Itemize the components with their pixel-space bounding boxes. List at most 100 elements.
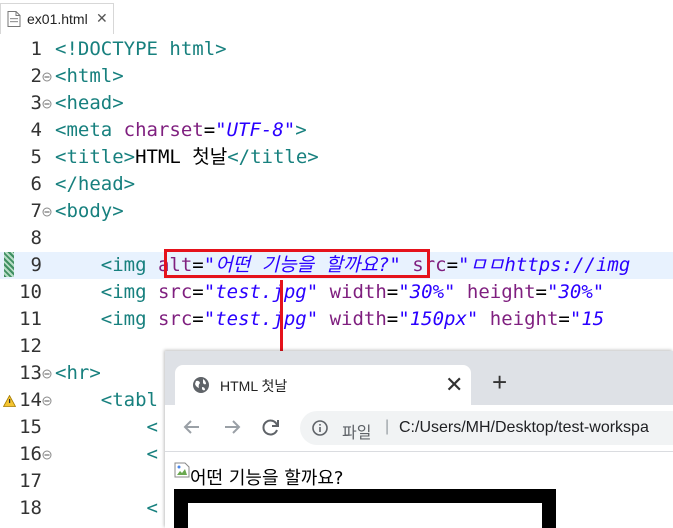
browser-tab-title: HTML 첫날 <box>220 378 288 394</box>
editor-tab-bar: ex01.html ✕ <box>0 0 673 35</box>
code-line[interactable]: 6 </head> <box>0 171 673 198</box>
code-token: <head> <box>55 92 124 114</box>
code-token: charset <box>123 119 204 141</box>
reload-icon[interactable] <box>260 416 282 438</box>
code-text: </head> <box>55 171 135 198</box>
line-number: 9 <box>30 254 42 276</box>
code-token: = <box>558 308 570 330</box>
code-token: width <box>329 308 387 330</box>
code-token: "15 <box>569 308 605 330</box>
code-token: < <box>146 416 158 438</box>
code-token: <meta <box>55 119 124 141</box>
new-tab-button[interactable]: + <box>492 367 507 398</box>
fold-toggle-icon[interactable] <box>42 369 52 379</box>
line-number: 6 <box>30 173 42 195</box>
code-line[interactable]: 3 <head> <box>0 90 673 117</box>
code-token: HTML 첫날 <box>135 146 228 168</box>
code-token: "30%" <box>398 281 456 303</box>
code-token: = <box>386 281 399 303</box>
line-number: 12 <box>19 335 42 357</box>
browser-tab[interactable]: HTML 첫날 ✕ <box>175 365 471 405</box>
code-token: = <box>203 119 216 141</box>
line-number: 3 <box>30 92 42 114</box>
code-line[interactable]: 2 <html> <box>0 63 673 90</box>
line-number: 14 <box>19 389 42 411</box>
code-line[interactable]: 10 <img src="test.jpg" width="30%" heigh… <box>0 279 673 306</box>
code-line[interactable]: 5 <title>HTML 첫날</title> <box>0 144 673 171</box>
code-text: < <box>55 414 158 441</box>
browser-toolbar: 파일 | C:/Users/MH/Desktop/test-workspa <box>165 405 673 452</box>
code-token: src <box>157 281 193 303</box>
alt-attribute-highlight <box>164 249 430 278</box>
code-token: "test.jpg" <box>203 308 319 330</box>
code-token: = <box>446 254 459 276</box>
code-line[interactable]: 11 <img src="test.jpg" width="150px" hei… <box>0 306 673 333</box>
code-token: <img <box>100 281 158 303</box>
editor-tab-ex01[interactable]: ex01.html ✕ <box>0 3 114 34</box>
line-number: 5 <box>30 146 42 168</box>
code-token: </head> <box>55 173 136 195</box>
line-number: 10 <box>19 281 42 303</box>
code-token: = <box>192 308 204 330</box>
info-icon[interactable] <box>312 420 328 436</box>
line-number: 11 <box>19 308 42 330</box>
code-line[interactable]: 1 <!DOCTYPE html> <box>0 36 673 63</box>
code-token: < <box>146 443 158 465</box>
code-token: "test.jpg" <box>203 281 319 303</box>
code-token: "150px" <box>398 308 479 330</box>
globe-icon <box>193 377 209 393</box>
code-text: <img src="test.jpg" width="30%" height="… <box>55 279 604 306</box>
fold-toggle-icon[interactable] <box>42 99 52 109</box>
code-token: <!DOCTYPE html> <box>55 38 227 60</box>
code-token: <img <box>100 308 158 330</box>
code-text: <tabl <box>55 387 158 414</box>
code-text: <title>HTML 첫날</title> <box>55 144 319 171</box>
code-text: <hr> <box>55 360 101 387</box>
broken-image-icon <box>174 462 190 478</box>
line-number: 13 <box>19 362 42 384</box>
code-token: <img <box>100 254 158 276</box>
editor-tab-label: ex01.html <box>27 11 88 27</box>
code-token: height <box>489 308 559 330</box>
fold-toggle-icon[interactable] <box>42 72 52 82</box>
code-text: <body> <box>55 198 124 225</box>
code-text: < <box>55 495 158 522</box>
fold-toggle-icon[interactable] <box>42 396 52 406</box>
code-text: <head> <box>55 90 124 117</box>
close-icon[interactable]: ✕ <box>96 10 108 27</box>
code-text: <html> <box>55 63 124 90</box>
fold-toggle-icon[interactable] <box>42 450 52 460</box>
code-line[interactable]: 8 <box>0 225 673 252</box>
code-token: = <box>386 308 399 330</box>
back-arrow-icon[interactable] <box>181 416 203 438</box>
code-token: src <box>157 308 193 330</box>
code-line[interactable]: 7 <body> <box>0 198 673 225</box>
line-number: 15 <box>19 416 42 438</box>
code-token: "30%" <box>547 281 605 303</box>
image-alt-text: 어떤 기능을 할까요? <box>190 468 344 489</box>
line-number: 4 <box>30 119 42 141</box>
code-text: <!DOCTYPE html> <box>55 36 227 63</box>
browser-tab-strip: HTML 첫날 ✕ + <box>165 351 673 405</box>
url-text: C:/Users/MH/Desktop/test-workspa <box>399 419 649 436</box>
code-token: </title> <box>227 146 319 168</box>
code-token: <title> <box>55 146 136 168</box>
address-bar[interactable]: 파일 | C:/Users/MH/Desktop/test-workspa <box>300 411 673 445</box>
line-number: 17 <box>19 470 42 492</box>
forward-arrow-icon[interactable] <box>221 416 243 438</box>
code-token: <hr> <box>55 362 101 384</box>
code-token: <tabl <box>100 389 158 411</box>
code-line[interactable]: 4 <meta charset="UTF-8"> <box>0 117 673 144</box>
code-text: < <box>55 441 158 468</box>
line-number: 1 <box>30 38 42 60</box>
fold-toggle-icon[interactable] <box>42 207 52 217</box>
close-icon[interactable]: ✕ <box>445 372 463 398</box>
